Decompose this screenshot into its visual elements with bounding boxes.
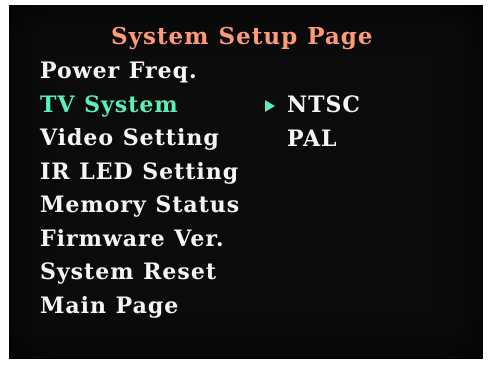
menu-item-firmware-ver[interactable]: Firmware Ver. — [40, 223, 240, 257]
setup-menu: Power Freq. TV System Video Setting IR L… — [40, 55, 240, 323]
menu-item-main-page[interactable]: Main Page — [40, 290, 240, 324]
option-pal-label: PAL — [287, 125, 338, 152]
menu-item-ir-led-setting[interactable]: IR LED Setting — [40, 156, 240, 190]
menu-item-system-reset[interactable]: System Reset — [40, 256, 240, 290]
menu-item-video-setting[interactable]: Video Setting — [40, 122, 240, 156]
option-pal[interactable]: PAL — [263, 123, 361, 157]
option-ntsc[interactable]: NTSC — [263, 89, 361, 123]
page-title: System Setup Page — [111, 23, 374, 50]
menu-item-memory-status[interactable]: Memory Status — [40, 189, 240, 223]
menu-item-power-freq[interactable]: Power Freq. — [40, 55, 240, 89]
option-ntsc-label: NTSC — [287, 92, 361, 118]
osd-screen: System Setup Page Power Freq. TV System … — [9, 5, 483, 359]
monitor-bezel: System Setup Page Power Freq. TV System … — [0, 0, 488, 367]
selection-arrow-icon — [265, 100, 275, 112]
menu-item-tv-system[interactable]: TV System — [40, 89, 240, 123]
tv-system-options: NTSC PAL — [263, 89, 361, 156]
